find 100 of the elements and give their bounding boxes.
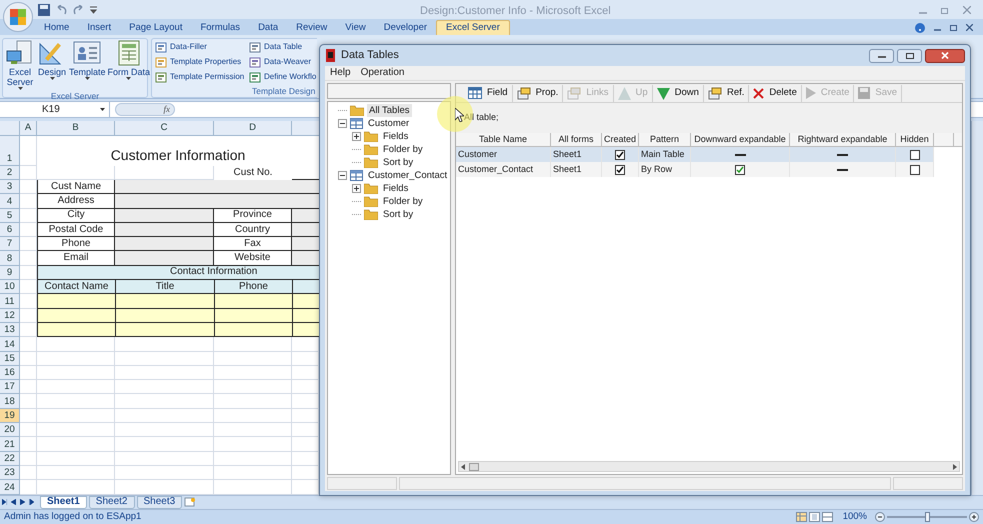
sheet-tab[interactable]: Sheet3 [136, 496, 182, 508]
input-field[interactable] [292, 251, 319, 266]
ribbon-button[interactable]: Template [68, 38, 107, 80]
help-icon[interactable] [915, 22, 925, 33]
row-header[interactable]: 12 [0, 308, 20, 323]
ribbon-tab[interactable]: Home [35, 20, 78, 35]
sheet-tab[interactable]: Sheet2 [88, 496, 134, 508]
save-icon[interactable] [38, 4, 50, 16]
ribbon-button[interactable]: Design [36, 38, 68, 80]
input-field[interactable] [292, 322, 319, 338]
ribbon-button[interactable]: Template Permission [155, 70, 249, 85]
tree-item[interactable]: Customer [366, 117, 412, 130]
normal-view-icon[interactable] [796, 512, 807, 522]
tree-item[interactable]: All Tables [367, 104, 412, 117]
row-header[interactable]: 5 [0, 208, 20, 223]
input-field[interactable] [37, 322, 115, 338]
ribbon-tab[interactable]: Page Layout [120, 20, 192, 35]
row-header[interactable]: 8 [0, 251, 20, 266]
tree-item[interactable]: Folder by [381, 143, 425, 156]
toolbar-button[interactable]: Ref. [704, 84, 750, 102]
column-header[interactable]: Rightward expandable [790, 133, 896, 146]
close-button[interactable] [925, 48, 965, 62]
zoom-in-icon[interactable] [969, 512, 979, 522]
column-header[interactable]: Pattern [639, 133, 691, 146]
input-field[interactable] [115, 208, 214, 223]
minimize-button[interactable] [869, 48, 894, 62]
tree-item[interactable]: Sort by [381, 208, 416, 221]
customize-toolbar-icon[interactable] [90, 6, 97, 14]
tree-item[interactable]: Customer_Contact [366, 169, 450, 182]
expand-toggle-icon[interactable] [352, 132, 361, 141]
table-row[interactable]: Customer Sheet1 Main Table [456, 147, 934, 162]
row-header[interactable]: 1 [0, 136, 20, 166]
input-field[interactable] [292, 208, 319, 223]
right-arrow-icon[interactable] [953, 464, 957, 470]
toolbar-button[interactable]: Prop. [512, 84, 564, 102]
page-layout-icon[interactable] [808, 512, 820, 522]
checkbox[interactable] [615, 164, 625, 174]
input-field[interactable] [292, 237, 319, 252]
checkbox[interactable] [615, 150, 625, 160]
office-button[interactable] [3, 2, 33, 32]
row-header[interactable]: 6 [0, 222, 20, 238]
zoom-slider-thumb[interactable] [925, 512, 930, 522]
checkbox[interactable] [910, 150, 920, 160]
toolbar-button[interactable]: Field [464, 84, 513, 102]
table-row[interactable]: Customer_Contact Sheet1 By Row [456, 162, 934, 177]
row-header[interactable]: 13 [0, 322, 20, 338]
row-header[interactable]: 3 [0, 180, 20, 194]
collapse-toggle-icon[interactable] [338, 171, 347, 180]
row-header[interactable]: 18 [0, 394, 20, 409]
zoom-out-icon[interactable] [875, 512, 885, 522]
close-icon[interactable] [966, 24, 973, 32]
horizontal-scrollbar[interactable] [458, 461, 960, 472]
input-field[interactable] [214, 322, 292, 338]
ribbon-button[interactable]: Define Workflo [249, 70, 316, 85]
row-header[interactable]: 9 [0, 266, 20, 280]
row-header[interactable]: 22 [0, 452, 20, 466]
input-field[interactable] [115, 294, 214, 309]
zoom-slider[interactable] [887, 512, 967, 522]
input-field[interactable] [115, 251, 214, 266]
row-header[interactable]: 15 [0, 352, 20, 366]
ribbon-button[interactable]: Template Properties [155, 54, 249, 70]
row-header[interactable]: 4 [0, 194, 20, 209]
input-field[interactable] [115, 237, 214, 252]
name-box[interactable]: K19 [0, 102, 110, 117]
row-header[interactable]: 23 [0, 466, 20, 480]
column-header[interactable]: B [72, 120, 79, 135]
ribbon-button[interactable]: Data-Filler [155, 40, 249, 55]
input-field[interactable] [292, 294, 319, 309]
row-header[interactable]: 17 [0, 380, 20, 394]
row-header[interactable]: 24 [0, 480, 20, 494]
menu-item[interactable]: Operation [360, 68, 404, 78]
ribbon-tab[interactable]: Data [249, 20, 288, 35]
row-header[interactable]: 14 [0, 337, 20, 352]
ribbon-tab[interactable]: Excel Server [436, 20, 510, 35]
input-field[interactable] [214, 294, 292, 309]
row-header[interactable]: 16 [0, 366, 20, 380]
new-sheet-icon[interactable] [184, 497, 196, 507]
column-header[interactable]: A [24, 120, 32, 135]
tree-item[interactable]: Fields [381, 182, 410, 195]
row-header[interactable]: 7 [0, 237, 20, 252]
column-header[interactable]: D [249, 120, 256, 135]
menu-item[interactable]: Help [330, 68, 351, 78]
row-header[interactable]: 11 [0, 294, 20, 309]
input-field[interactable] [214, 308, 292, 323]
row-header[interactable]: 20 [0, 423, 20, 438]
ribbon-tab[interactable]: Developer [374, 20, 436, 35]
ribbon-button[interactable]: Form Data [106, 38, 152, 80]
input-field[interactable] [115, 194, 319, 209]
row-header[interactable]: 2 [0, 166, 20, 180]
checkbox[interactable] [735, 164, 745, 174]
input-field[interactable] [115, 322, 214, 338]
input-field[interactable] [292, 308, 319, 323]
tree-item[interactable]: Fields [381, 130, 410, 143]
row-header[interactable]: 21 [0, 437, 20, 452]
function-button[interactable]: fx [164, 102, 170, 116]
ribbon-tab[interactable]: View [336, 20, 375, 35]
input-field[interactable] [37, 294, 115, 309]
column-header[interactable]: Downward expandable [691, 133, 790, 146]
page-break-icon[interactable] [822, 512, 833, 522]
toolbar-button[interactable]: Delete [749, 84, 802, 102]
